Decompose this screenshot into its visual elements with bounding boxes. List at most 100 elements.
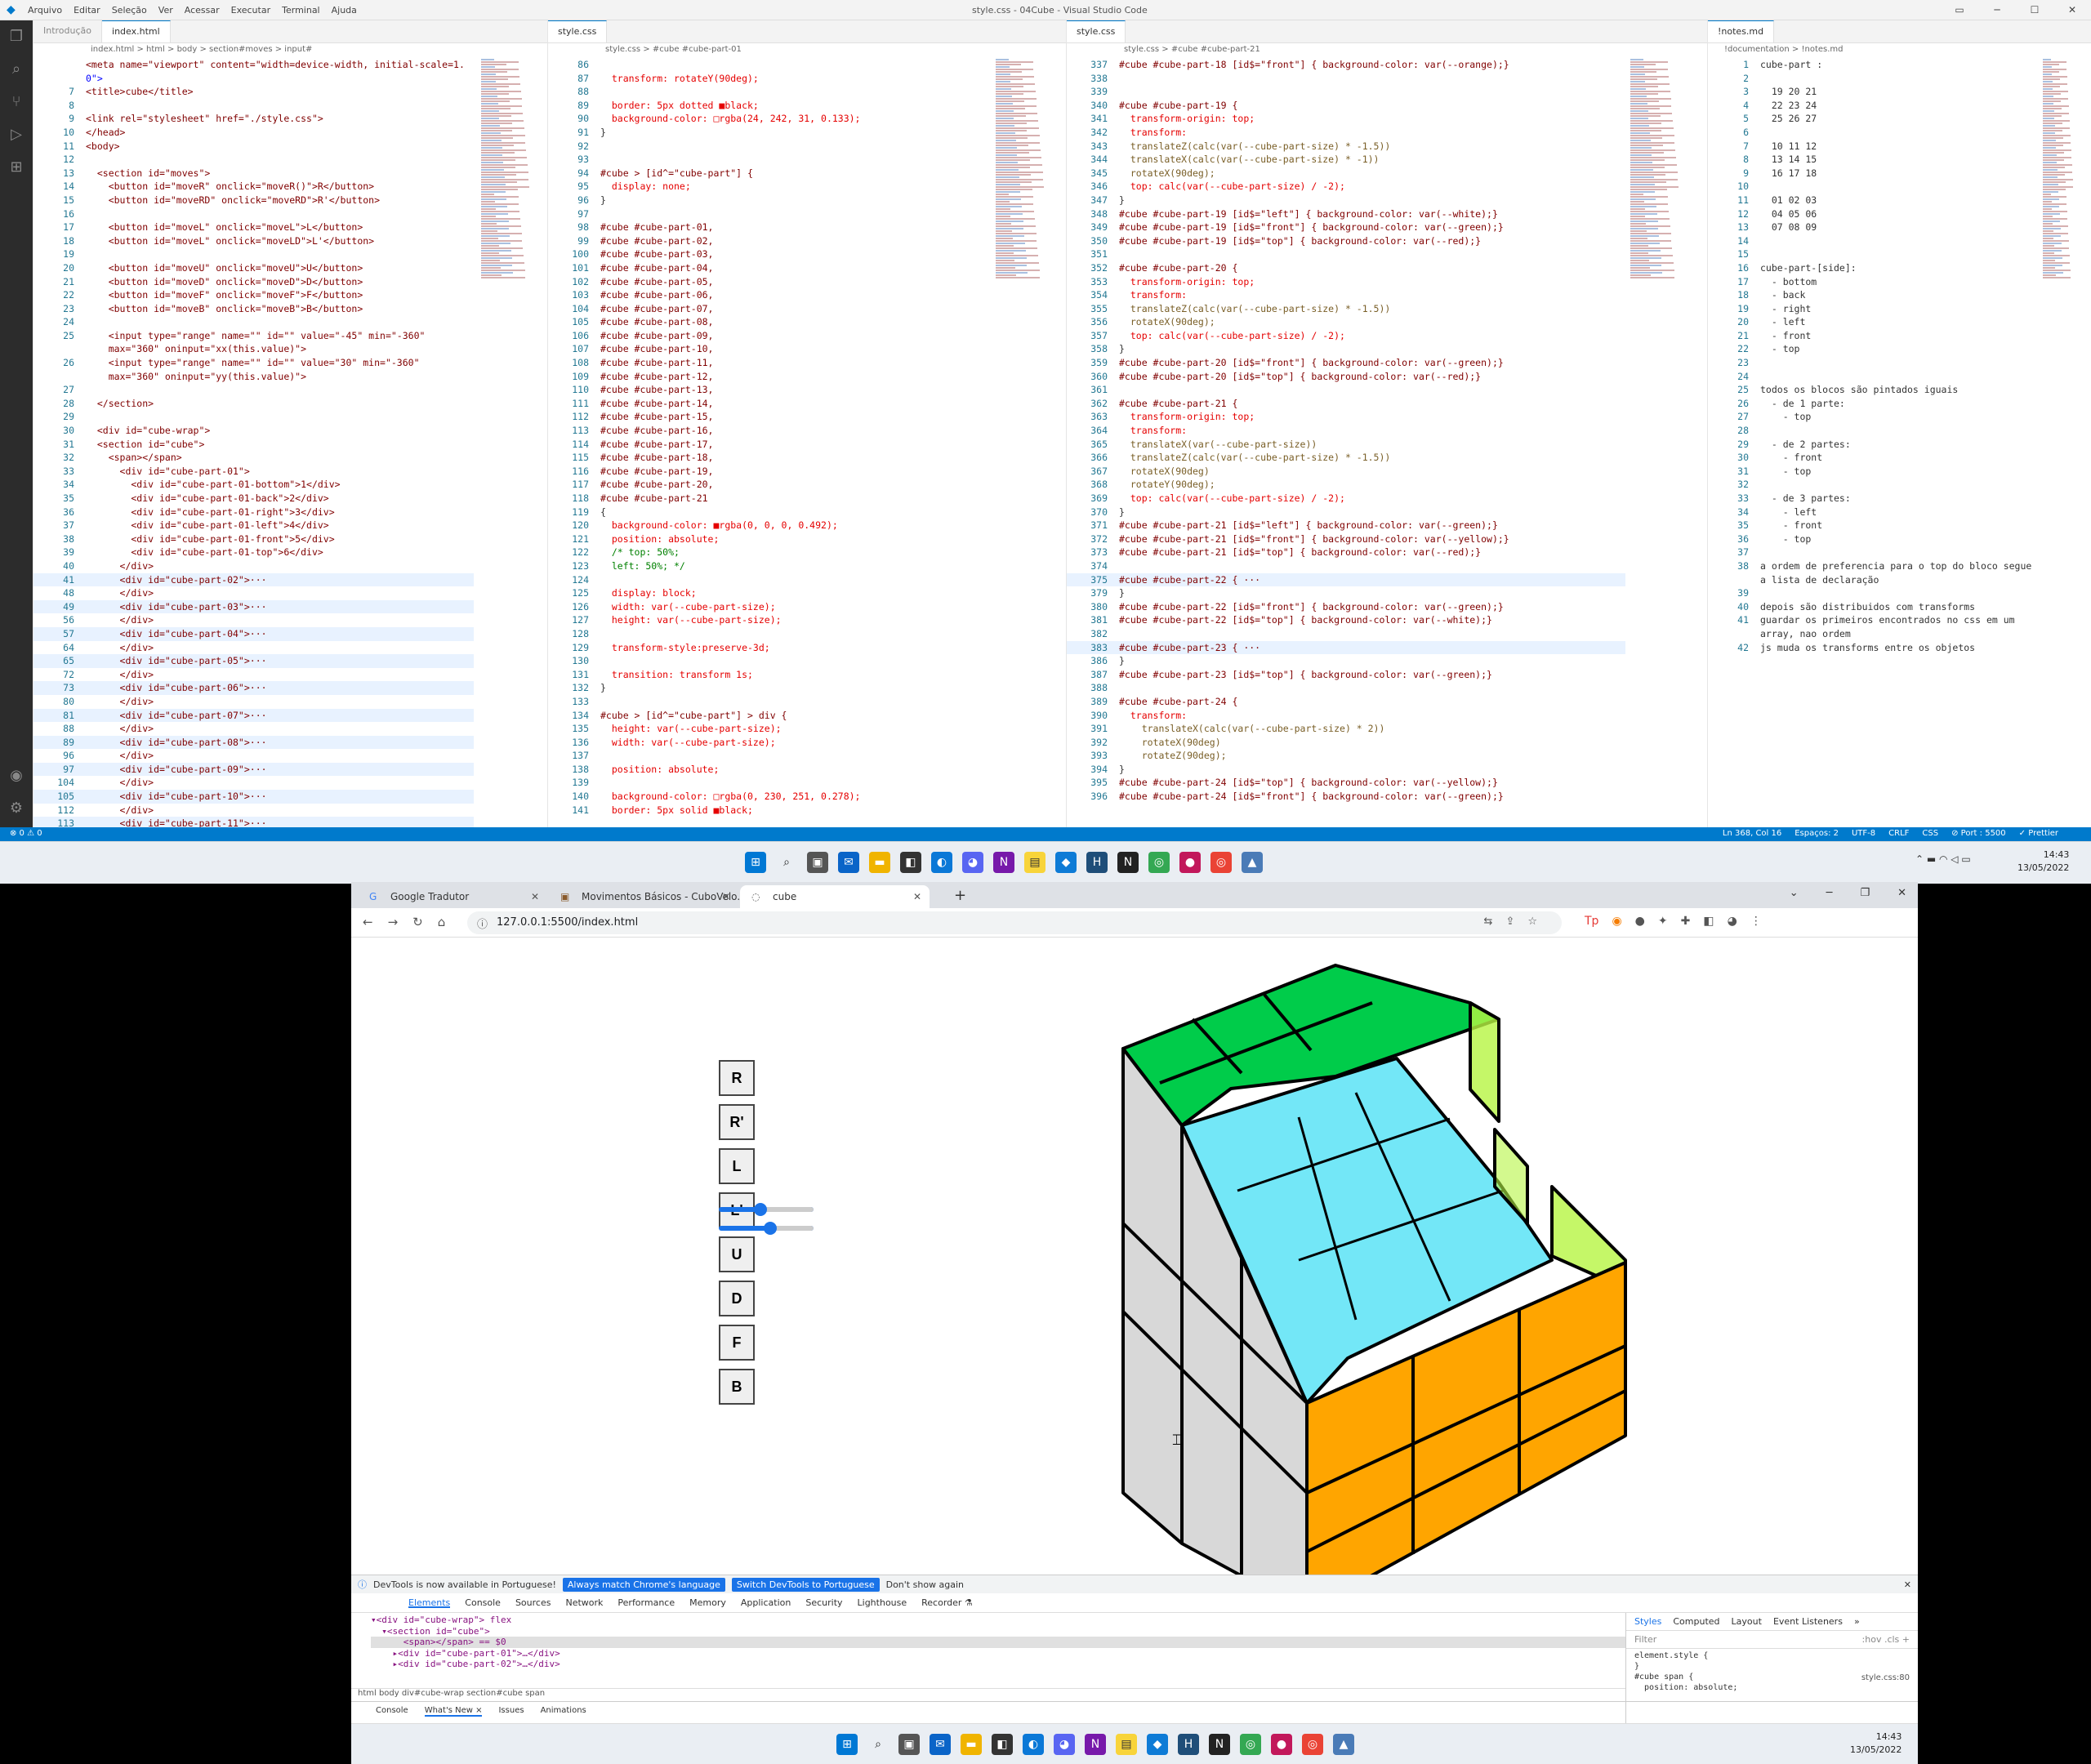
extension-orange-icon[interactable]: ◉ [1612,915,1621,928]
close-tab-icon[interactable]: ✕ [722,891,730,902]
code-line[interactable]: 32 <span></span> [33,451,474,465]
reload-icon[interactable]: ↻ [412,915,423,929]
code-line[interactable]: 19 - right [1708,302,2042,316]
code-line[interactable]: 107 #cube #cube-part-10, [548,342,992,356]
code-line[interactable]: 92 [548,140,992,154]
code-line[interactable]: 80 </div> [33,695,474,709]
code-line[interactable]: 29 [33,410,474,424]
app-red-icon[interactable]: ● [1179,852,1201,873]
mail-icon[interactable]: ✉ [930,1734,951,1755]
styles-tab[interactable]: Layout [1732,1616,1762,1627]
tab-movimentos-basicos[interactable]: ▣ Movimentos Básicos - CuboVelo... ✕ [549,885,747,908]
devtools-tab[interactable]: Lighthouse [858,1597,907,1608]
code-line[interactable]: 352 #cube #cube-part-20 { [1067,261,1625,275]
discord-icon[interactable]: ◕ [962,852,983,873]
code-line[interactable]: 97 [548,207,992,221]
code-line[interactable]: 374 [1067,559,1625,573]
code-line[interactable]: 339 [1067,85,1625,99]
code-line[interactable]: 344 translateX(calc(var(--cube-part-size… [1067,153,1625,167]
code-line[interactable]: 104 #cube #cube-part-07, [548,302,992,316]
code-line[interactable]: 24 [1708,370,2042,384]
code-line[interactable]: 122 /* top: 50%; [548,546,992,559]
code-line[interactable]: 340 #cube #cube-part-19 { [1067,99,1625,113]
edge-icon[interactable]: ◐ [1023,1734,1044,1755]
code-line[interactable]: 16 [33,207,474,221]
code-line[interactable]: 111 #cube #cube-part-14, [548,397,992,411]
extension-tp-icon[interactable]: Tp [1585,915,1598,928]
menu-item[interactable]: Seleção [112,5,147,16]
source-control-icon[interactable]: ⑂ [0,86,33,118]
code-line[interactable]: 40 depois são distribuidos com transforms [1708,600,2042,614]
devtools-tab[interactable]: Sources [515,1597,551,1608]
task-view-icon[interactable]: ▣ [898,1734,920,1755]
status-item[interactable]: ⊘ Port : 5500 [1951,829,2006,838]
address-bar[interactable]: ⓘ 127.0.0.1:5500/index.html ⇆⇪☆ [467,911,1562,934]
code-line[interactable]: 347} [1067,194,1625,207]
code-line[interactable]: 21 <button id="moveD" onclick="moveD">D<… [33,275,474,289]
code-line[interactable]: 7 <title>cube</title> [33,85,474,99]
dom-breadcrumb[interactable]: html body div#cube-wrap section#cube spa… [351,1688,1625,1701]
restore-button[interactable]: ❐ [1860,887,1870,899]
code-line[interactable]: 11 <body> [33,140,474,154]
breadcrumb[interactable]: style.css > #cube #cube-part-01 [548,43,1066,58]
code-line[interactable]: 380 #cube #cube-part-22 [id$="front"] { b… [1067,600,1625,614]
code-line[interactable]: 362 #cube #cube-part-21 { [1067,397,1625,411]
app-red-icon[interactable]: ● [1271,1734,1292,1755]
code-line[interactable]: 103 #cube #cube-part-06, [548,288,992,302]
code-line[interactable]: 27 [33,383,474,397]
dom-tree[interactable]: ▾<div id="cube-wrap"> flex ▾<section id=… [351,1615,1625,1688]
code-line[interactable]: 96} [548,194,992,207]
code-line[interactable]: 337 #cube #cube-part-18 [id$="front"] { b… [1067,58,1625,72]
code-line[interactable]: 119 { [548,506,992,519]
code-line[interactable]: 338 [1067,72,1625,86]
system-tray-icons[interactable]: ⌃ ▬ ◠ ◁ ▭ [1915,853,1971,865]
code-line[interactable]: 367 rotateX(90deg) [1067,465,1625,479]
code-line[interactable]: 12 04 05 06 [1708,207,2042,221]
code-line[interactable]: 41 <div id="cube-part-02">··· [33,572,474,587]
code-line[interactable]: 21 - front [1708,329,2042,343]
menu-item[interactable]: Editar [74,5,100,16]
code-line[interactable]: 89 <div id="cube-part-08">··· [33,735,474,750]
code-line[interactable]: 353 transform-origin: top; [1067,275,1625,289]
code-line[interactable]: 359 #cube #cube-part-20 [id$="front"] { b… [1067,356,1625,370]
code-line[interactable]: 123 left: 50%; */ [548,559,992,573]
code-line[interactable]: 57 <div id="cube-part-04">··· [33,626,474,641]
code-line[interactable]: 132} [548,681,992,695]
code-editor[interactable]: 337 #cube #cube-part-18 [id$="front"] { b… [1067,58,1625,804]
code-line[interactable]: 366 translateZ(calc(var(--cube-part-size… [1067,451,1625,465]
tab-index-html[interactable]: index.html [102,20,171,42]
code-line[interactable]: 35 - front [1708,519,2042,532]
code-line[interactable]: 375 #cube #cube-part-22 { ··· [1067,572,1625,587]
code-line[interactable]: 13 <section id="moves"> [33,167,474,180]
code-line[interactable]: 1 cube-part : [1708,58,2042,72]
breadcrumb[interactable]: index.html > html > body > section#moves… [33,43,547,58]
clock[interactable]: 14:43 13/05/2022 [1850,1731,1902,1757]
code-line[interactable]: 355 translateZ(calc(var(--cube-part-size… [1067,302,1625,316]
chrome-icon[interactable]: ◎ [1148,852,1170,873]
code-line[interactable]: 104 </div> [33,776,474,790]
clock[interactable]: 14:43 13/05/2022 [2017,849,2069,875]
extension-gear-icon[interactable]: ✦ [1658,915,1668,928]
mail-icon[interactable]: ✉ [838,852,859,873]
code-line[interactable]: 41 guardar os primeiros encontrados no cs… [1708,613,2042,627]
code-line[interactable]: 342 transform: [1067,126,1625,140]
code-line[interactable]: 386} [1067,654,1625,668]
match-language-button[interactable]: Always match Chrome's language [562,1577,725,1592]
code-line[interactable]: 125 display: block; [548,586,992,600]
task-view-icon[interactable]: ▣ [807,852,828,873]
code-line[interactable]: 112 #cube #cube-part-15, [548,410,992,424]
code-line[interactable]: 38 <div id="cube-part-01-front">5</div> [33,532,474,546]
code-line[interactable]: 28 </section> [33,397,474,411]
photos-icon[interactable]: ▲ [1242,852,1263,873]
code-line[interactable]: 346 top: calc(var(--cube-part-size) / -2… [1067,180,1625,194]
code-editor[interactable]: <meta name="viewport" content="width=dev… [33,58,474,827]
code-line[interactable]: 3 19 20 21 [1708,85,2042,99]
tab-notes-md[interactable]: !notes.md [1708,20,1775,42]
menu-item[interactable]: Acessar [185,5,220,16]
code-line[interactable]: 48 </div> [33,586,474,600]
code-line[interactable]: 349 #cube #cube-part-19 [id$="front"] { b… [1067,220,1625,234]
problems-indicator[interactable]: ⊗ 0 ⚠ 0 [10,829,42,838]
code-line[interactable]: 392 rotateX(90deg) [1067,736,1625,750]
chevron-down-icon[interactable]: ⌄ [1790,887,1799,899]
discord-icon[interactable]: ◕ [1054,1734,1075,1755]
